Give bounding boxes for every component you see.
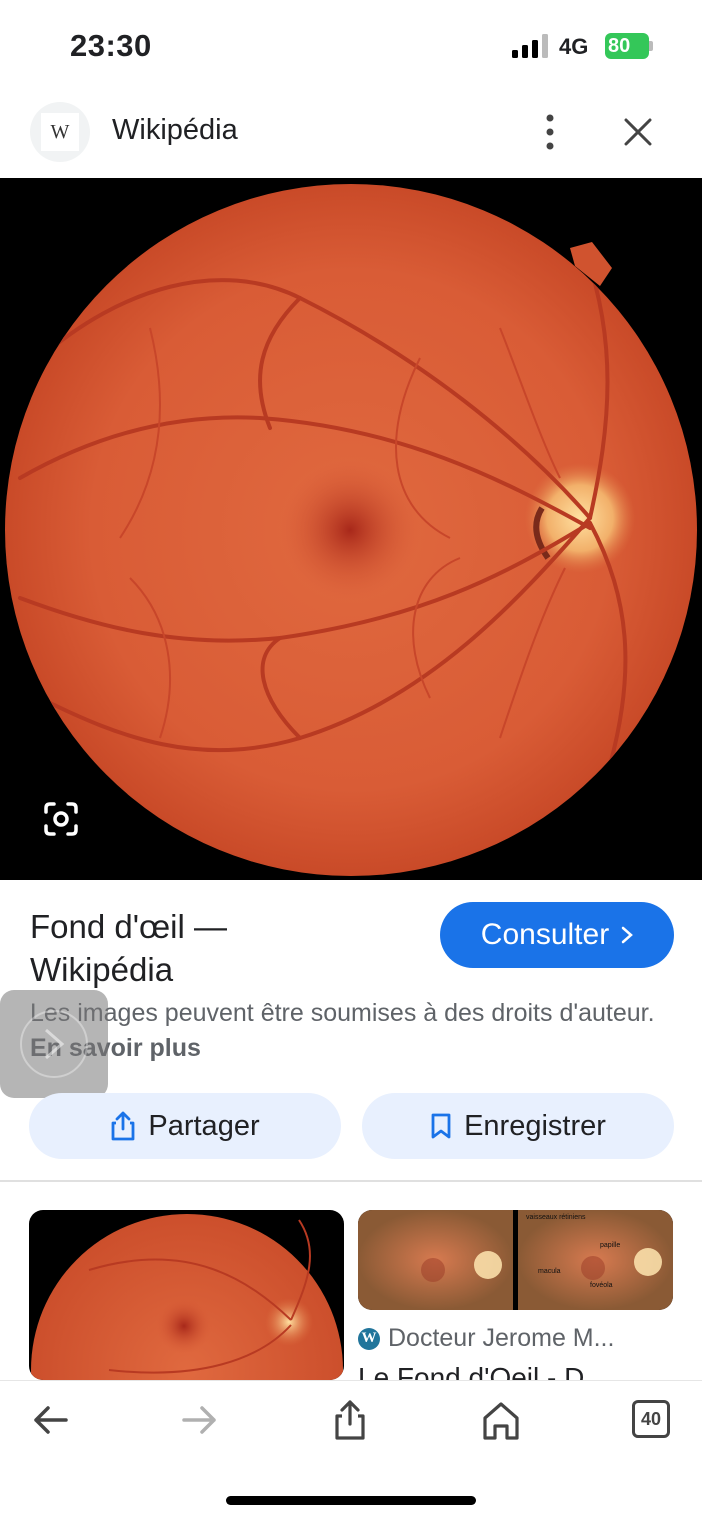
site-name[interactable]: Wikipédia <box>112 114 238 147</box>
related-source-name: Docteur Jerome M... <box>388 1324 615 1352</box>
floating-next-button[interactable] <box>0 990 108 1098</box>
result-title[interactable]: Fond d'œil — Wikipédia <box>30 905 310 991</box>
share-icon <box>111 1111 135 1141</box>
battery-icon: 80 <box>605 33 653 59</box>
copyright-notice: Les images peuvent être soumises à des d… <box>30 996 670 1066</box>
annotation-label: papille <box>600 1242 621 1249</box>
share-label: Partager <box>148 1109 260 1142</box>
related-title[interactable]: Le Fond d'Oeil - D... <box>358 1362 608 1380</box>
network-type: 4G <box>559 34 589 59</box>
more-options-icon[interactable] <box>536 112 564 152</box>
save-label: Enregistrer <box>464 1109 606 1142</box>
retina-thumbnail <box>31 1214 343 1380</box>
consult-label: Consulter <box>480 918 610 951</box>
share-button[interactable]: Partager <box>29 1093 341 1159</box>
lens-search-icon[interactable] <box>40 798 82 840</box>
bookmark-icon <box>431 1113 451 1139</box>
back-arrow-icon[interactable] <box>28 1398 72 1442</box>
retina-photo <box>5 184 697 876</box>
wikipedia-logo[interactable]: W <box>30 102 90 162</box>
related-image-2[interactable]: vaisseaux rétiniens papille macula fovéo… <box>358 1210 673 1310</box>
tab-count: 40 <box>640 1408 662 1429</box>
save-button[interactable]: Enregistrer <box>362 1093 674 1159</box>
consult-button[interactable]: Consulter <box>440 902 674 968</box>
status-bar: 23:30 4G 80 <box>0 0 702 92</box>
annotation-label: macula <box>538 1268 561 1275</box>
signal-icon <box>512 34 548 58</box>
battery-level: 80 <box>608 35 631 57</box>
divider <box>0 1180 702 1182</box>
notice-text: Les images peuvent être soumises à des d… <box>30 999 655 1027</box>
result-title-line2: Wikipédia <box>30 951 174 988</box>
chevron-right-icon <box>621 926 634 944</box>
fundus-image[interactable] <box>0 178 702 880</box>
forward-arrow-icon[interactable] <box>178 1398 222 1442</box>
chevron-right-icon <box>45 1028 65 1060</box>
annotation-label: vaisseaux rétiniens <box>526 1214 586 1221</box>
annotation-label: fovéola <box>590 1282 613 1289</box>
result-title-line1: Fond d'œil — <box>30 908 228 945</box>
status-time: 23:30 <box>70 28 152 63</box>
tabs-button[interactable]: 40 <box>632 1400 670 1438</box>
home-indicator <box>226 1496 476 1505</box>
home-icon[interactable] <box>479 1398 523 1442</box>
wikipedia-logo-letter: W <box>41 113 79 151</box>
retina-comparison-thumbnail <box>358 1210 673 1310</box>
share-icon[interactable] <box>328 1398 372 1442</box>
related-source[interactable]: W Docteur Jerome M... <box>358 1324 614 1353</box>
source-header: W Wikipédia <box>0 92 702 178</box>
close-icon[interactable] <box>620 114 656 150</box>
wordpress-icon: W <box>358 1327 380 1350</box>
related-image-1[interactable] <box>29 1210 344 1380</box>
